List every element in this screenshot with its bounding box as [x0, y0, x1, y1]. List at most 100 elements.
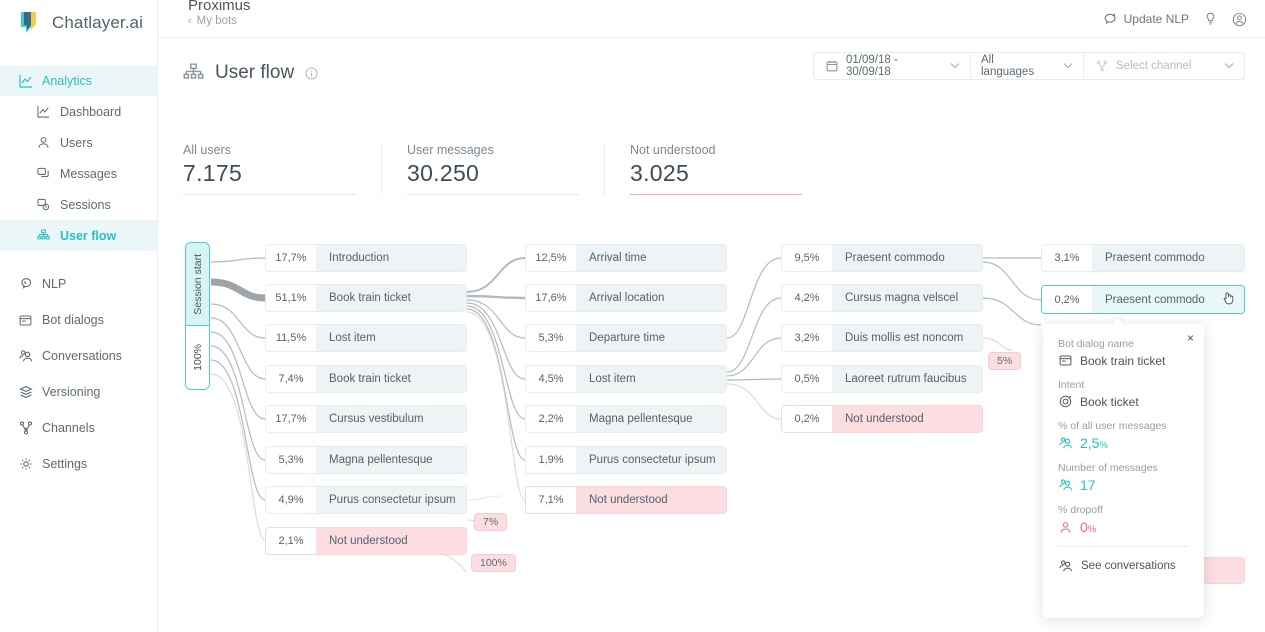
popup-divider [1058, 546, 1189, 547]
flow-node[interactable]: 17,7% Cursus vestibulum [265, 405, 467, 433]
sidebar-item-sessions[interactable]: Sessions [0, 189, 157, 220]
sidebar-item-analytics[interactable]: Analytics [0, 66, 157, 96]
breadcrumb[interactable]: ‹ My bots [188, 15, 237, 27]
popup-count-label: Number of messages [1058, 462, 1158, 474]
analytics-chart-icon [18, 74, 33, 89]
flow-node[interactable]: 17,6% Arrival location [525, 284, 727, 312]
flow-node[interactable]: 11,5% Lost item [265, 324, 467, 352]
popup-count-value: 17 [1080, 477, 1096, 493]
stat-all-users: All users 7.175 [183, 143, 381, 195]
flow-node-percent: 7,4% [266, 366, 316, 392]
topbar: Proximus ‹ My bots Update NLP [158, 0, 1265, 38]
info-circle-icon[interactable] [305, 66, 318, 80]
flow-node-percent: 0,2% [782, 406, 832, 432]
flow-node[interactable]: 9,5% Praesent commodo [781, 244, 983, 272]
flow-node[interactable]: 3,2% Duis mollis est noncom [781, 324, 983, 352]
page-title: User flow [215, 62, 295, 83]
see-conversations-label: See conversations [1081, 559, 1176, 572]
flow-node-label: Cursus magna velscel [832, 285, 982, 311]
popup-dialog-row: Book train ticket [1058, 353, 1189, 368]
update-nlp-button[interactable]: Update NLP [1103, 12, 1189, 27]
flow-node-label: Magna pellentesque [576, 406, 726, 432]
flow-node-percent: 9,5% [782, 245, 832, 271]
session-start-node[interactable]: Session start 100% [185, 242, 210, 390]
flow-node-label: Duis mollis est noncom [832, 325, 982, 351]
date-range-value: 01/09/18 - 30/09/18 [846, 54, 898, 78]
flow-node-label: Lost item [576, 366, 726, 392]
flow-node[interactable]: 5,3% Magna pellentesque [265, 446, 467, 474]
stat-underline [183, 194, 356, 195]
flow-node-percent: 12,5% [526, 245, 576, 271]
hand-cursor-icon [1222, 289, 1236, 310]
flow-node[interactable]: 0,5% Laoreet rutrum faucibus [781, 365, 983, 393]
see-conversations-button[interactable]: See conversations [1058, 558, 1189, 573]
flow-node[interactable]: 1,9% Purus consectetur ipsum [525, 446, 727, 474]
flow-node-not-understood[interactable]: 0,2% Not understood [781, 405, 983, 433]
update-nlp-label: Update NLP [1123, 12, 1189, 26]
stat-label: All users [183, 143, 231, 157]
user-avatar-icon[interactable] [1232, 12, 1247, 27]
language-select[interactable]: All languages [971, 53, 1084, 79]
popup-dropoff-value: 0% [1080, 519, 1097, 535]
flow-node[interactable]: 4,9% Purus consectetur ipsum [265, 486, 467, 514]
chevron-down-icon [1051, 60, 1073, 72]
sidebar-item-label: Sessions [60, 197, 111, 212]
flow-node-selected[interactable]: 0,2% Praesent commodo [1041, 285, 1245, 314]
popup-dialog-label: Bot dialog name [1058, 338, 1134, 350]
flow-node-percent: 5,3% [266, 447, 316, 473]
channel-share-icon [1094, 59, 1109, 74]
flow-node[interactable]: 4,5% Lost item [525, 365, 727, 393]
flow-node[interactable]: 2,2% Magna pellentesque [525, 405, 727, 433]
flow-node-percent: 4,9% [266, 487, 316, 513]
session-start-bottom: 100% [186, 325, 209, 388]
flow-node[interactable]: 12,5% Arrival time [525, 244, 727, 272]
flow-node-percent: 1,9% [526, 447, 576, 473]
back-chevron-icon: ‹ [188, 15, 192, 27]
flow-node-percent: 4,5% [526, 366, 576, 392]
sidebar-item-messages[interactable]: Messages [0, 158, 157, 189]
flow-node-percent: 3,1% [1042, 245, 1092, 271]
bot-dialogs-window-icon [1058, 353, 1073, 368]
flow-node-not-understood[interactable]: 2,1% Not understood [265, 527, 467, 555]
flow-node[interactable]: 3,1% Praesent commodo [1041, 244, 1245, 272]
sidebar-item-users[interactable]: Users [0, 127, 157, 158]
stat-user-messages: User messages 30.250 [381, 143, 604, 195]
flow-node[interactable]: 17,7% Introduction [265, 244, 467, 272]
flow-node-label: Departure time [576, 325, 726, 351]
session-start-label: Session start [191, 253, 204, 315]
chevron-down-icon [938, 60, 960, 72]
stats-row: All users 7.175 User messages 30.250 Not… [183, 143, 827, 195]
session-start-top: Session start [186, 243, 209, 325]
flow-node-label: Magna pellentesque [316, 447, 466, 473]
close-icon[interactable]: × [1187, 332, 1194, 344]
brand-logo-area[interactable]: Chatlayer.ai [0, 0, 157, 40]
sessions-clock-icon [36, 197, 51, 212]
stat-underline [630, 194, 802, 195]
flow-node-label: Book train ticket [316, 366, 466, 392]
flow-node-percent: 2,1% [266, 528, 316, 554]
flow-node[interactable]: 4,2% Cursus magna velscel [781, 284, 983, 312]
flow-node[interactable]: 51,1% Book train ticket [265, 284, 467, 312]
conversations-people-icon [1058, 558, 1073, 573]
popup-dialog-value: Book train ticket [1080, 353, 1166, 368]
sidebar-item-dashboard[interactable]: Dashboard [0, 96, 157, 127]
lightbulb-icon[interactable] [1203, 12, 1218, 27]
flow-node[interactable]: 5,3% Departure time [525, 324, 727, 352]
flow-node-percent: 11,5% [266, 325, 316, 351]
flow-node-label: Cursus vestibulum [316, 406, 466, 432]
stat-underline [407, 194, 579, 195]
flow-node[interactable]: 7,4% Book train ticket [265, 365, 467, 393]
channel-select[interactable]: Select channel [1084, 53, 1244, 79]
people-icon [1058, 436, 1073, 451]
flow-node-not-understood[interactable]: 7,1% Not understood [525, 486, 727, 514]
popup-intent-value: Book ticket [1080, 394, 1139, 409]
flow-node-percent: 2,2% [526, 406, 576, 432]
people-icon [1058, 478, 1073, 493]
stat-label: Not understood [630, 143, 716, 157]
flow-node-percent: 17,7% [266, 245, 316, 271]
flow-node-percent: 4,2% [782, 285, 832, 311]
flow-node-label: Laoreet rutrum faucibus [832, 366, 982, 392]
user-flow-icon [182, 62, 204, 84]
date-range-select[interactable]: 01/09/18 - 30/09/18 [814, 53, 971, 79]
user-icon [36, 135, 51, 150]
